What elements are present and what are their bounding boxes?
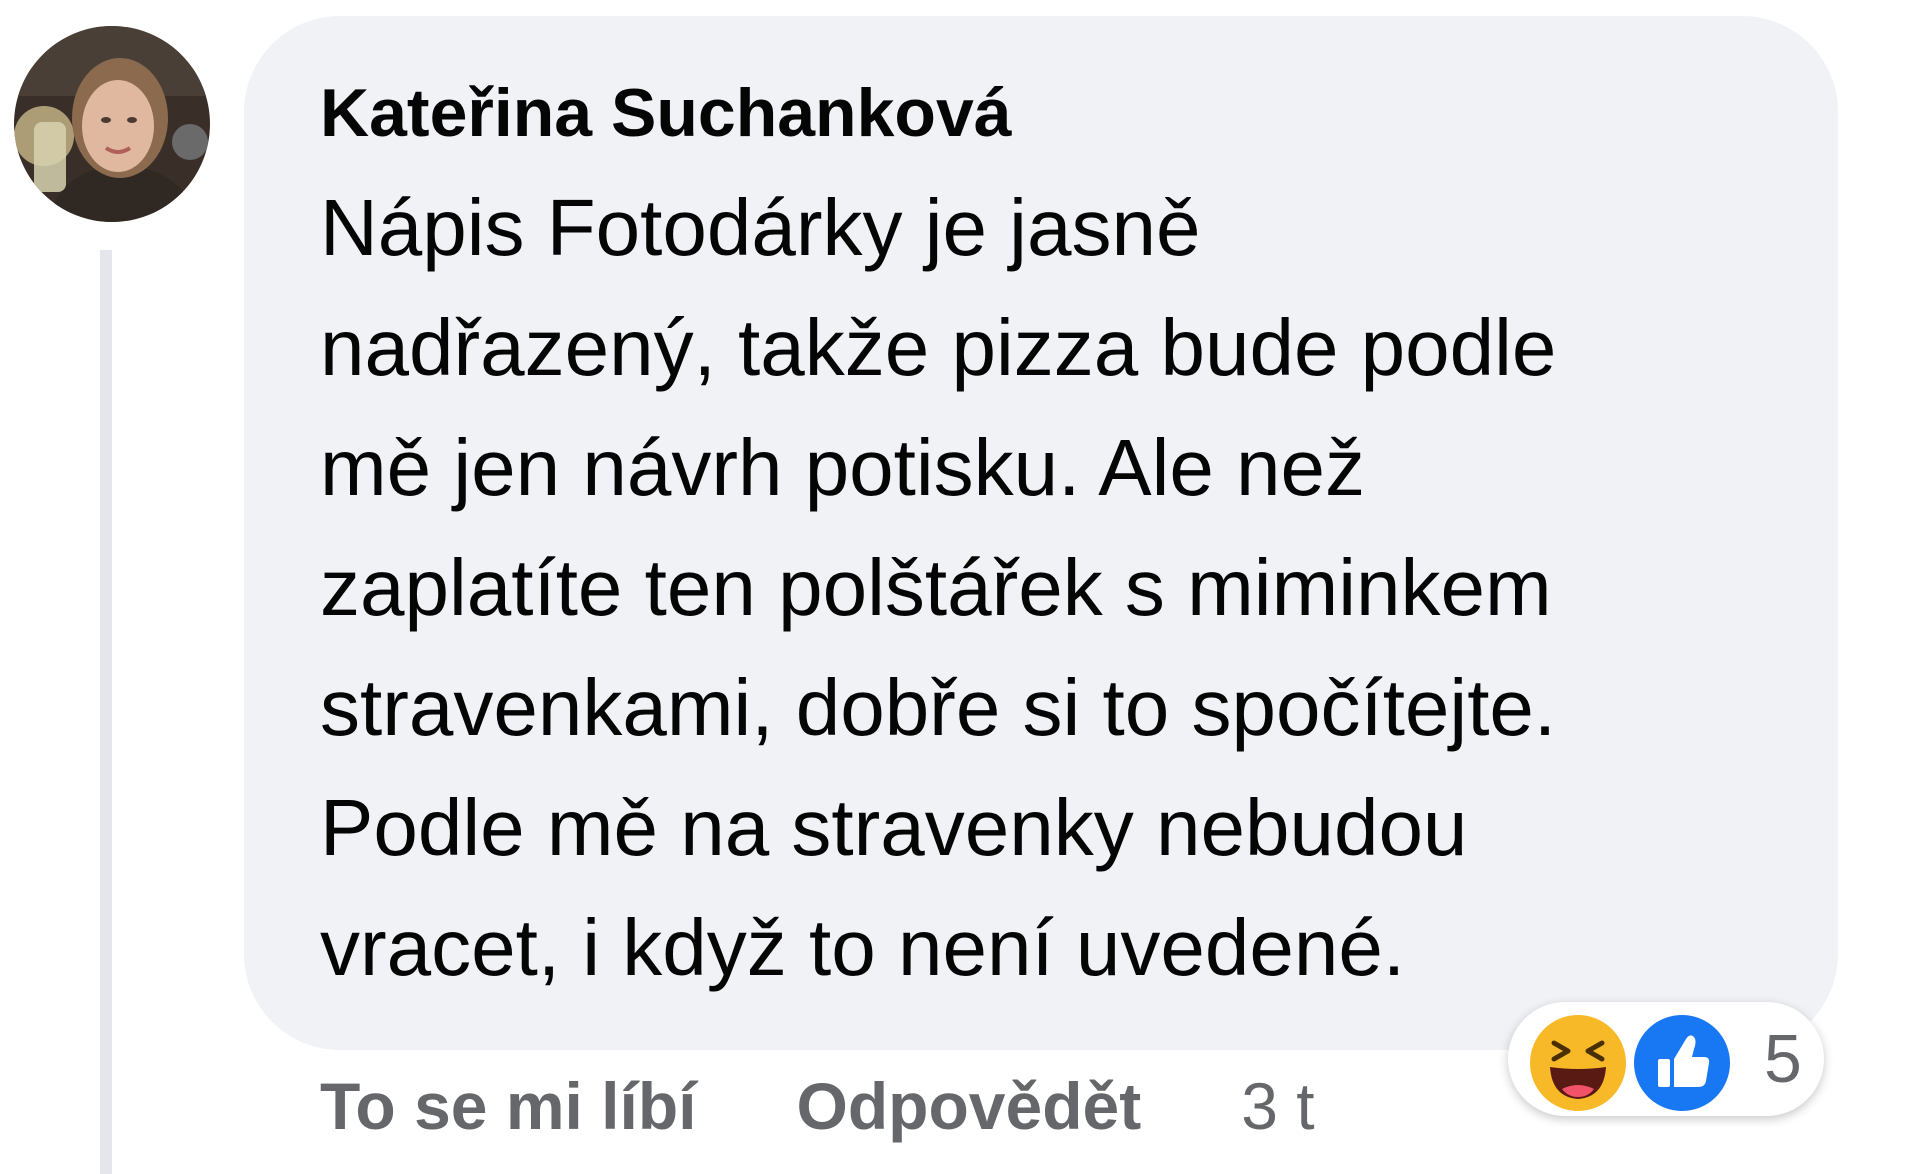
comment-text-line: zaplatíte ten polštářek s miminkem — [320, 543, 1552, 632]
avatar-photo — [14, 26, 210, 222]
reply-thread-line — [100, 250, 112, 1174]
haha-icon — [1526, 1011, 1630, 1115]
reaction-summary[interactable]: 5 — [1508, 1002, 1824, 1116]
comment-bubble: Kateřina Suchanková Nápis Fotodárky je j… — [244, 16, 1838, 1050]
like-button[interactable]: To se mi líbí — [320, 1068, 697, 1144]
comment-actions: To se mi líbí Odpovědět 3 t — [320, 1066, 1315, 1146]
avatar[interactable] — [14, 26, 210, 222]
comment-author[interactable]: Kateřina Suchanková — [320, 72, 1838, 154]
comment-text-line: stravenkami, dobře si to spočítejte. — [320, 663, 1557, 752]
comment-text: Nápis Fotodárky je jasně nadřazený, takž… — [320, 168, 1838, 1008]
like-icon — [1630, 1011, 1734, 1115]
comment-text-line: vracet, i když to není uvedené. — [320, 903, 1406, 992]
reply-button[interactable]: Odpovědět — [797, 1068, 1142, 1144]
reaction-count: 5 — [1764, 1021, 1802, 1097]
comment-text-line: mě jen návrh potisku. Ale než — [320, 423, 1366, 512]
comment-timestamp[interactable]: 3 t — [1241, 1068, 1314, 1144]
comment-text-line: Podle mě na stravenky nebudou — [320, 783, 1468, 872]
comment-text-line: nadřazený, takže pizza bude podle — [320, 303, 1557, 392]
comment-text-line: Nápis Fotodárky je jasně — [320, 183, 1201, 272]
